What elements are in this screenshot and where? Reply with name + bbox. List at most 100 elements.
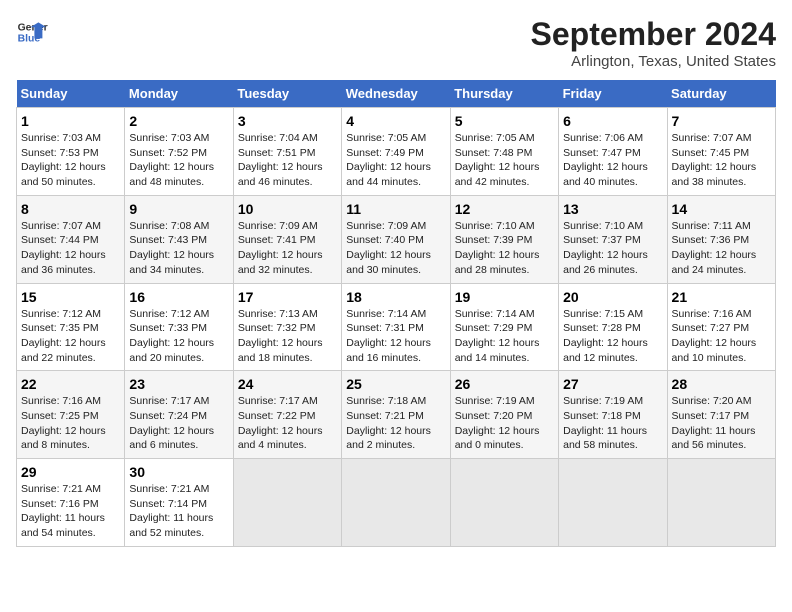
day-cell bbox=[559, 459, 667, 547]
day-info: Sunrise: 7:07 AM Sunset: 7:44 PM Dayligh… bbox=[21, 219, 120, 278]
day-info: Sunrise: 7:13 AM Sunset: 7:32 PM Dayligh… bbox=[238, 307, 337, 366]
day-number: 30 bbox=[129, 464, 228, 480]
header-cell-friday: Friday bbox=[559, 80, 667, 108]
day-info: Sunrise: 7:14 AM Sunset: 7:29 PM Dayligh… bbox=[455, 307, 554, 366]
day-number: 24 bbox=[238, 376, 337, 392]
day-info: Sunrise: 7:17 AM Sunset: 7:22 PM Dayligh… bbox=[238, 394, 337, 453]
day-cell bbox=[667, 459, 775, 547]
header-cell-tuesday: Tuesday bbox=[233, 80, 341, 108]
page-title: September 2024 bbox=[531, 16, 776, 53]
day-info: Sunrise: 7:17 AM Sunset: 7:24 PM Dayligh… bbox=[129, 394, 228, 453]
day-cell: 25 Sunrise: 7:18 AM Sunset: 7:21 PM Dayli… bbox=[342, 371, 450, 459]
day-info: Sunrise: 7:19 AM Sunset: 7:18 PM Dayligh… bbox=[563, 394, 662, 453]
week-row: 8 Sunrise: 7:07 AM Sunset: 7:44 PM Daylig… bbox=[17, 195, 776, 283]
day-info: Sunrise: 7:19 AM Sunset: 7:20 PM Dayligh… bbox=[455, 394, 554, 453]
day-cell: 23 Sunrise: 7:17 AM Sunset: 7:24 PM Dayli… bbox=[125, 371, 233, 459]
week-row: 15 Sunrise: 7:12 AM Sunset: 7:35 PM Dayli… bbox=[17, 283, 776, 371]
header-row: SundayMondayTuesdayWednesdayThursdayFrid… bbox=[17, 80, 776, 108]
day-info: Sunrise: 7:10 AM Sunset: 7:37 PM Dayligh… bbox=[563, 219, 662, 278]
day-info: Sunrise: 7:05 AM Sunset: 7:48 PM Dayligh… bbox=[455, 131, 554, 190]
logo-icon: General Blue bbox=[16, 16, 48, 48]
day-cell: 16Sunrise: 7:12 AM Sunset: 7:33 PM Dayli… bbox=[125, 283, 233, 371]
day-info: Sunrise: 7:21 AM Sunset: 7:16 PM Dayligh… bbox=[21, 482, 120, 541]
day-info: Sunrise: 7:09 AM Sunset: 7:41 PM Dayligh… bbox=[238, 219, 337, 278]
day-info: Sunrise: 7:07 AM Sunset: 7:45 PM Dayligh… bbox=[672, 131, 771, 190]
day-info: Sunrise: 7:06 AM Sunset: 7:47 PM Dayligh… bbox=[563, 131, 662, 190]
day-info: Sunrise: 7:14 AM Sunset: 7:31 PM Dayligh… bbox=[346, 307, 445, 366]
header-cell-sunday: Sunday bbox=[17, 80, 125, 108]
day-number: 16 bbox=[129, 289, 228, 305]
title-area: September 2024 Arlington, Texas, United … bbox=[531, 16, 776, 70]
day-cell: 27 Sunrise: 7:19 AM Sunset: 7:18 PM Dayli… bbox=[559, 371, 667, 459]
day-number: 17 bbox=[238, 289, 337, 305]
day-info: Sunrise: 7:03 AM Sunset: 7:52 PM Dayligh… bbox=[129, 131, 228, 190]
day-cell: 13 Sunrise: 7:10 AM Sunset: 7:37 PM Dayli… bbox=[559, 195, 667, 283]
day-info: Sunrise: 7:03 AM Sunset: 7:53 PM Dayligh… bbox=[21, 131, 120, 190]
day-info: Sunrise: 7:05 AM Sunset: 7:49 PM Dayligh… bbox=[346, 131, 445, 190]
day-number: 26 bbox=[455, 376, 554, 392]
day-info: Sunrise: 7:21 AM Sunset: 7:14 PM Dayligh… bbox=[129, 482, 228, 541]
day-cell: 10 Sunrise: 7:09 AM Sunset: 7:41 PM Dayli… bbox=[233, 195, 341, 283]
day-number: 15 bbox=[21, 289, 120, 305]
day-info: Sunrise: 7:10 AM Sunset: 7:39 PM Dayligh… bbox=[455, 219, 554, 278]
day-info: Sunrise: 7:08 AM Sunset: 7:43 PM Dayligh… bbox=[129, 219, 228, 278]
day-info: Sunrise: 7:18 AM Sunset: 7:21 PM Dayligh… bbox=[346, 394, 445, 453]
day-number: 5 bbox=[455, 113, 554, 129]
day-cell: 11 Sunrise: 7:09 AM Sunset: 7:40 PM Dayli… bbox=[342, 195, 450, 283]
day-number: 22 bbox=[21, 376, 120, 392]
day-cell: 4Sunrise: 7:05 AM Sunset: 7:49 PM Daylig… bbox=[342, 108, 450, 196]
day-cell: 1Sunrise: 7:03 AM Sunset: 7:53 PM Daylig… bbox=[17, 108, 125, 196]
header-cell-wednesday: Wednesday bbox=[342, 80, 450, 108]
day-number: 9 bbox=[129, 201, 228, 217]
day-number: 27 bbox=[563, 376, 662, 392]
day-cell: 6 Sunrise: 7:06 AM Sunset: 7:47 PM Daylig… bbox=[559, 108, 667, 196]
day-info: Sunrise: 7:20 AM Sunset: 7:17 PM Dayligh… bbox=[672, 394, 771, 453]
day-cell: 29 Sunrise: 7:21 AM Sunset: 7:16 PM Dayli… bbox=[17, 459, 125, 547]
day-number: 11 bbox=[346, 201, 445, 217]
day-number: 8 bbox=[21, 201, 120, 217]
day-number: 20 bbox=[563, 289, 662, 305]
day-cell: 24 Sunrise: 7:17 AM Sunset: 7:22 PM Dayli… bbox=[233, 371, 341, 459]
day-number: 12 bbox=[455, 201, 554, 217]
day-cell: 18Sunrise: 7:14 AM Sunset: 7:31 PM Dayli… bbox=[342, 283, 450, 371]
header: General Blue September 2024 Arlington, T… bbox=[16, 16, 776, 70]
week-row: 29 Sunrise: 7:21 AM Sunset: 7:16 PM Dayli… bbox=[17, 459, 776, 547]
day-cell: 28 Sunrise: 7:20 AM Sunset: 7:17 PM Dayli… bbox=[667, 371, 775, 459]
header-cell-saturday: Saturday bbox=[667, 80, 775, 108]
day-info: Sunrise: 7:16 AM Sunset: 7:25 PM Dayligh… bbox=[21, 394, 120, 453]
day-number: 13 bbox=[563, 201, 662, 217]
day-number: 6 bbox=[563, 113, 662, 129]
day-cell: 19 Sunrise: 7:14 AM Sunset: 7:29 PM Dayli… bbox=[450, 283, 558, 371]
day-cell: 3Sunrise: 7:04 AM Sunset: 7:51 PM Daylig… bbox=[233, 108, 341, 196]
day-number: 28 bbox=[672, 376, 771, 392]
day-cell: 30 Sunrise: 7:21 AM Sunset: 7:14 PM Dayli… bbox=[125, 459, 233, 547]
day-number: 10 bbox=[238, 201, 337, 217]
day-info: Sunrise: 7:12 AM Sunset: 7:35 PM Dayligh… bbox=[21, 307, 120, 366]
day-number: 2 bbox=[129, 113, 228, 129]
calendar-table: SundayMondayTuesdayWednesdayThursdayFrid… bbox=[16, 80, 776, 547]
day-cell: 7 Sunrise: 7:07 AM Sunset: 7:45 PM Daylig… bbox=[667, 108, 775, 196]
week-row: 1Sunrise: 7:03 AM Sunset: 7:53 PM Daylig… bbox=[17, 108, 776, 196]
header-cell-thursday: Thursday bbox=[450, 80, 558, 108]
day-number: 14 bbox=[672, 201, 771, 217]
day-number: 23 bbox=[129, 376, 228, 392]
day-cell: 2 Sunrise: 7:03 AM Sunset: 7:52 PM Daylig… bbox=[125, 108, 233, 196]
day-info: Sunrise: 7:04 AM Sunset: 7:51 PM Dayligh… bbox=[238, 131, 337, 190]
day-cell bbox=[450, 459, 558, 547]
week-row: 22 Sunrise: 7:16 AM Sunset: 7:25 PM Dayli… bbox=[17, 371, 776, 459]
day-number: 21 bbox=[672, 289, 771, 305]
day-number: 19 bbox=[455, 289, 554, 305]
day-number: 29 bbox=[21, 464, 120, 480]
day-cell: 17 Sunrise: 7:13 AM Sunset: 7:32 PM Dayli… bbox=[233, 283, 341, 371]
day-cell: 20Sunrise: 7:15 AM Sunset: 7:28 PM Dayli… bbox=[559, 283, 667, 371]
day-cell: 21Sunrise: 7:16 AM Sunset: 7:27 PM Dayli… bbox=[667, 283, 775, 371]
day-info: Sunrise: 7:09 AM Sunset: 7:40 PM Dayligh… bbox=[346, 219, 445, 278]
day-number: 25 bbox=[346, 376, 445, 392]
day-cell: 5 Sunrise: 7:05 AM Sunset: 7:48 PM Daylig… bbox=[450, 108, 558, 196]
day-cell: 22 Sunrise: 7:16 AM Sunset: 7:25 PM Dayli… bbox=[17, 371, 125, 459]
day-cell: 12 Sunrise: 7:10 AM Sunset: 7:39 PM Dayli… bbox=[450, 195, 558, 283]
day-cell: 26 Sunrise: 7:19 AM Sunset: 7:20 PM Dayli… bbox=[450, 371, 558, 459]
day-number: 7 bbox=[672, 113, 771, 129]
day-cell: 8 Sunrise: 7:07 AM Sunset: 7:44 PM Daylig… bbox=[17, 195, 125, 283]
day-cell: 9 Sunrise: 7:08 AM Sunset: 7:43 PM Daylig… bbox=[125, 195, 233, 283]
